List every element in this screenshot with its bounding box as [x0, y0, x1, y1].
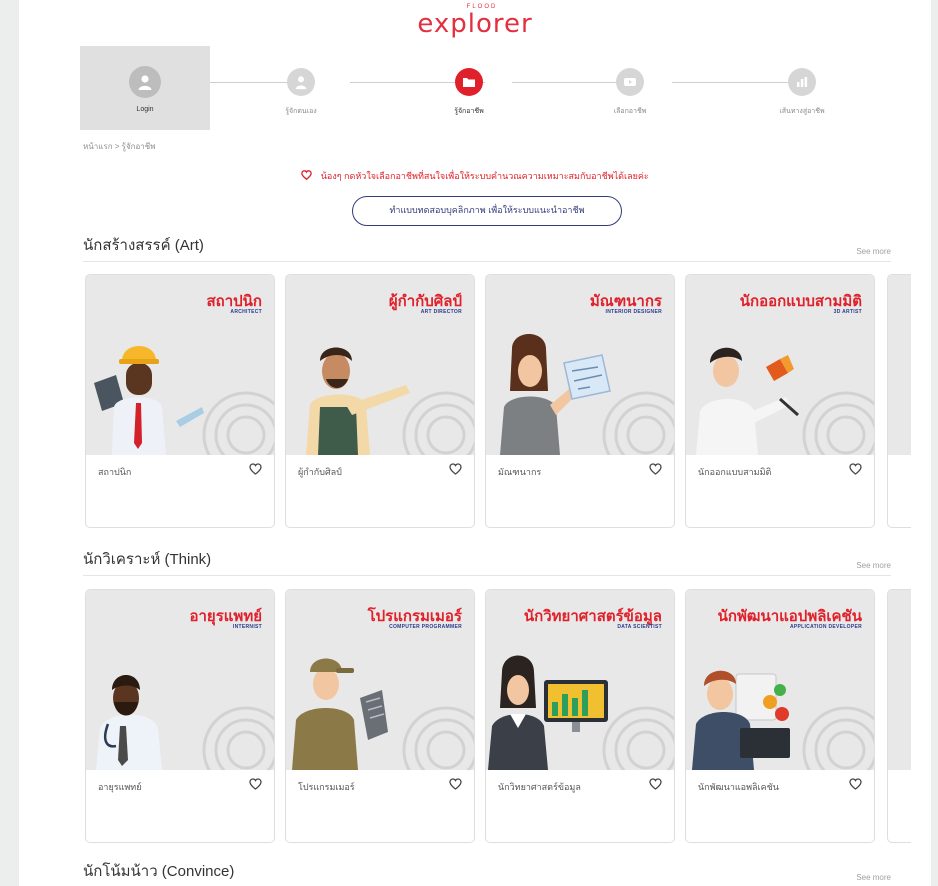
heart-icon[interactable] [649, 778, 662, 790]
section-art-header: นักสร้างสรรค์ (Art) See more [83, 237, 891, 262]
user-icon [129, 66, 161, 98]
heart-icon[interactable] [449, 778, 462, 790]
step-path[interactable]: เส้นทางสู่อาชีพ [737, 46, 867, 130]
main-content: Login รู้จักตนเอง รู้จักอาชีพ เลือกอาชีพ… [19, 46, 931, 886]
heart-icon[interactable] [849, 463, 862, 475]
career-name: ผู้กำกับศิลป์ [298, 467, 342, 477]
logo[interactable]: FLOOD explorer [19, 3, 931, 37]
career-card-partial[interactable] [887, 274, 911, 528]
career-card-architect[interactable]: สถาปนิก ARCHITECT สถาปนิก [85, 274, 275, 528]
logo-text: explorer [417, 9, 533, 39]
career-name: สถาปนิก [98, 467, 132, 477]
section-think-header: นักวิเคราะห์ (Think) See more [83, 551, 891, 576]
step-label: รู้จักอาชีพ [454, 108, 484, 115]
see-more-link[interactable]: See more [856, 561, 891, 570]
career-name: นักออกแบบสามมิติ [698, 467, 772, 477]
career-card-3d-artist[interactable]: นักออกแบบสามมิติ 3D ARTIST นักออกแบบสามม… [685, 274, 875, 528]
section-title: นักวิเคราะห์ (Think) [83, 551, 212, 568]
career-name: โปรแกรมเมอร์ [298, 782, 355, 792]
career-card-art-director[interactable]: ผู้กำกับศิลป์ ART DIRECTOR ผู้กำกับศิลป์ [285, 274, 475, 528]
step-login[interactable]: Login [80, 46, 210, 130]
career-name: นักวิทยาศาสตร์ข้อมูล [498, 782, 581, 792]
career-card-data-scientist[interactable]: นักวิทยาศาสตร์ข้อมูล DATA SCIENTIST นักว… [485, 589, 675, 843]
section-art-cards: สถาปนิก ARCHITECT สถาปนิก ผู้กำกับศิลป์ … [85, 274, 911, 528]
career-title-en: INTERIOR DESIGNER [605, 309, 662, 315]
career-name: นักพัฒนาแอพลิเคชัน [698, 782, 779, 792]
video-icon [616, 68, 644, 96]
step-choose[interactable]: เลือกอาชีพ [565, 46, 695, 130]
section-convince-header: นักโน้มน้าว (Convince) See more [83, 863, 891, 886]
career-name: มัณฑนากร [498, 467, 542, 477]
see-more-link[interactable]: See more [856, 247, 891, 256]
step-label: เลือกอาชีพ [613, 108, 647, 115]
career-title-en: APPLICATION DEVELOPER [789, 624, 862, 630]
section-title: นักโน้มน้าว (Convince) [83, 863, 235, 880]
section-title: นักสร้างสรรค์ (Art) [83, 237, 204, 254]
career-title-en: INTERNIST [232, 624, 262, 630]
career-card-internist[interactable]: อายุรแพทย์ INTERNIST อายุรแพทย์ [85, 589, 275, 843]
step-self[interactable]: รู้จักตนเอง [236, 46, 366, 130]
career-name: อายุรแพทย์ [98, 782, 142, 792]
heart-icon[interactable] [649, 463, 662, 475]
career-card-partial[interactable] [887, 589, 911, 843]
section-think-cards: อายุรแพทย์ INTERNIST อายุรแพทย์ โปรแกรมเ… [85, 589, 911, 843]
heart-icon[interactable] [249, 463, 262, 475]
career-title-en: ART DIRECTOR [420, 309, 462, 315]
progress-stepper: Login รู้จักตนเอง รู้จักอาชีพ เลือกอาชีพ… [80, 46, 868, 130]
chart-icon [788, 68, 816, 96]
user-icon [287, 68, 315, 96]
career-title-en: 3D ARTIST [833, 309, 862, 315]
favorite-note-text: น้องๆ กดหัวใจเลือกอาชีพที่สนใจเพื่อให้ระ… [320, 171, 649, 181]
career-title-en: ARCHITECT [230, 309, 262, 315]
favorite-note: น้องๆ กดหัวใจเลือกอาชีพที่สนใจเพื่อให้ระ… [19, 169, 931, 183]
step-label: เส้นทางสู่อาชีพ [779, 108, 825, 115]
career-card-programmer[interactable]: โปรแกรมเมอร์ COMPUTER PROGRAMMER โปรแกรม… [285, 589, 475, 843]
step-label: รู้จักตนเอง [285, 108, 317, 115]
heart-icon[interactable] [449, 463, 462, 475]
heart-icon[interactable] [249, 778, 262, 790]
career-title-en: COMPUTER PROGRAMMER [389, 624, 462, 630]
breadcrumb[interactable]: หน้าแรก > รู้จักอาชีพ [83, 140, 155, 153]
step-careers[interactable]: รู้จักอาชีพ [404, 46, 534, 130]
career-card-interior-designer[interactable]: มัณฑนากร INTERIOR DESIGNER มัณฑนากร [485, 274, 675, 528]
folder-icon [455, 68, 483, 96]
career-title-en: DATA SCIENTIST [617, 624, 662, 630]
step-label: Login [136, 106, 154, 113]
see-more-link[interactable]: See more [856, 873, 891, 882]
career-card-app-developer[interactable]: นักพัฒนาแอปพลิเคชัน APPLICATION DEVELOPE… [685, 589, 875, 843]
personality-test-button[interactable]: ทำแบบทดสอบบุคลิกภาพ เพื่อให้ระบบแนะนำอาช… [352, 196, 622, 226]
heart-icon [301, 170, 313, 180]
top-bar: FLOOD explorer [19, 0, 931, 46]
heart-icon[interactable] [849, 778, 862, 790]
